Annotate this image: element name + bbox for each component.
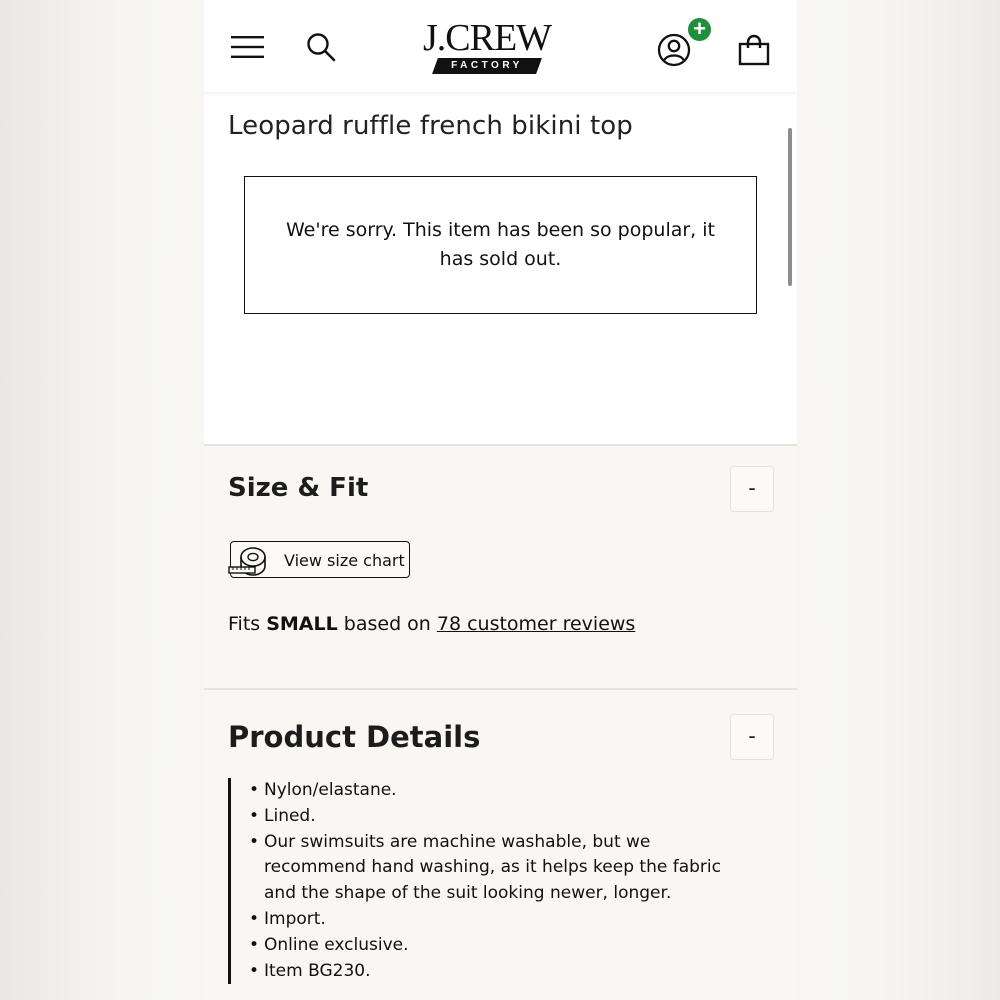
account-icon[interactable] — [657, 33, 691, 67]
soldout-message: We're sorry. This item has been so popul… — [285, 219, 715, 270]
detail-item: Item BG230. — [249, 959, 728, 985]
section-divider — [204, 688, 797, 690]
fit-summary: Fits SMALL based on 78 customer reviews — [228, 613, 635, 635]
logo-wordmark: J.CREW — [422, 17, 552, 59]
fit-prefix: Fits — [228, 613, 267, 635]
size-fit-title: Size & Fit — [228, 473, 369, 503]
detail-item: Online exclusive. — [249, 933, 728, 959]
detail-item: Our swimsuits are machine washable, but … — [249, 830, 728, 907]
brand-logo[interactable]: J.CREW FACTORY — [416, 18, 558, 76]
site-header: J.CREW FACTORY + — [204, 0, 797, 92]
detail-item: Import. — [249, 907, 728, 933]
size-chart-label: View size chart — [284, 551, 405, 570]
plus-icon[interactable]: + — [686, 16, 713, 43]
fit-value: SMALL — [266, 613, 338, 635]
product-top-panel: Leopard ruffle french bikini top We're s… — [204, 92, 797, 444]
size-fit-collapse-button[interactable]: - — [730, 466, 774, 512]
view-size-chart-button[interactable]: View size chart — [228, 541, 410, 578]
fit-middle: based on — [337, 613, 437, 635]
menu-icon[interactable] — [231, 36, 264, 58]
phone-viewport: J.CREW FACTORY + Leopard ruffle french b… — [204, 0, 797, 1000]
scrollbar[interactable] — [788, 128, 792, 286]
product-title: Leopard ruffle french bikini top — [228, 111, 633, 141]
section-divider — [204, 444, 797, 446]
search-icon[interactable] — [306, 32, 336, 62]
product-details-list: Nylon/elastane. Lined. Our swimsuits are… — [228, 778, 728, 985]
soldout-notice: We're sorry. This item has been so popul… — [244, 176, 757, 314]
logo-subtext: FACTORY — [451, 60, 523, 71]
detail-item: Lined. — [249, 804, 728, 830]
product-details-collapse-button[interactable]: - — [730, 714, 774, 760]
customer-reviews-link[interactable]: 78 customer reviews — [437, 613, 635, 635]
product-details-title: Product Details — [228, 720, 481, 754]
bag-icon[interactable] — [738, 34, 770, 66]
detail-item: Nylon/elastane. — [249, 778, 728, 804]
measuring-tape-icon — [228, 547, 266, 576]
